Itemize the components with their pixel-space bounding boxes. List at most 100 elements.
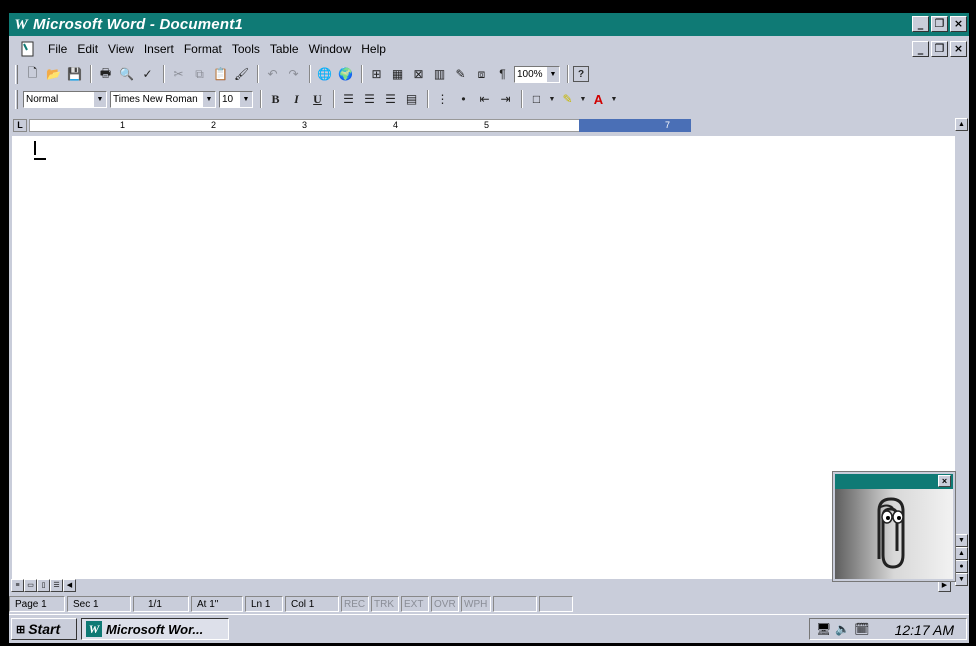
font-dropdown-icon[interactable]: ▼ bbox=[203, 91, 215, 107]
font-select[interactable]: Times New Roman ▼ bbox=[110, 90, 216, 108]
copy-icon[interactable]: ⧉ bbox=[190, 65, 209, 84]
status-rec[interactable]: REC bbox=[341, 596, 369, 612]
restore-button[interactable]: ❐ bbox=[931, 16, 948, 32]
document-body[interactable] bbox=[12, 136, 955, 579]
style-select[interactable]: Normal ▼ bbox=[23, 90, 107, 108]
menu-tools[interactable]: Tools bbox=[227, 42, 265, 56]
ruler-mark-7: 7 bbox=[665, 120, 671, 130]
menu-window[interactable]: Window bbox=[304, 42, 357, 56]
taskbar-word-button[interactable]: W Microsoft Wor... bbox=[81, 618, 229, 640]
font-size-select[interactable]: 10 ▼ bbox=[219, 90, 253, 108]
borders-dropdown-icon[interactable]: ▼ bbox=[548, 90, 556, 109]
open-folder-icon[interactable]: 📂 bbox=[44, 65, 63, 84]
scroll-left-icon[interactable]: ◀ bbox=[63, 579, 76, 592]
increase-indent-icon[interactable]: ⇥ bbox=[496, 90, 515, 109]
font-color-icon[interactable]: A bbox=[589, 90, 608, 109]
display-tray-icon[interactable]: 🖥 bbox=[816, 622, 831, 636]
scroll-down-icon[interactable]: ▼ bbox=[955, 534, 968, 547]
justify-icon[interactable]: ▤ bbox=[402, 90, 421, 109]
redo-icon[interactable]: ↷ bbox=[284, 65, 303, 84]
minimize-button[interactable]: _ bbox=[912, 16, 929, 32]
print-layout-view-icon[interactable]: ▯ bbox=[37, 579, 50, 592]
borders-icon[interactable]: □ bbox=[527, 90, 546, 109]
numbering-icon[interactable]: ⋮ bbox=[433, 90, 452, 109]
start-button[interactable]: ⊞ Start bbox=[11, 618, 77, 640]
doc-minimize-button[interactable]: _ bbox=[912, 41, 929, 57]
status-ovr[interactable]: OVR bbox=[431, 596, 459, 612]
doc-close-button[interactable]: × bbox=[950, 41, 967, 57]
menu-edit[interactable]: Edit bbox=[72, 42, 103, 56]
save-disk-icon[interactable]: 💾 bbox=[65, 65, 84, 84]
zoom-dropdown-icon[interactable]: ▼ bbox=[547, 66, 559, 82]
toolbar-grip[interactable] bbox=[15, 64, 18, 84]
align-right-icon[interactable]: ☰ bbox=[381, 90, 400, 109]
menu-format[interactable]: Format bbox=[179, 42, 227, 56]
drawing-icon[interactable]: ✎ bbox=[451, 65, 470, 84]
menu-file[interactable]: File bbox=[43, 42, 72, 56]
menu-help[interactable]: Help bbox=[356, 42, 391, 56]
status-trk[interactable]: TRK bbox=[371, 596, 399, 612]
web-layout-view-icon[interactable]: ▭ bbox=[24, 579, 37, 592]
title-bar[interactable]: W Microsoft Word - Document1 _ ❐ × bbox=[9, 13, 969, 36]
columns-icon[interactable]: ▥ bbox=[430, 65, 449, 84]
horizontal-ruler[interactable]: L 1 2 3 4 5 7 bbox=[9, 113, 969, 135]
status-bar: Page 1 Sec 1 1/1 At 1" Ln 1 Col 1 REC TR… bbox=[9, 594, 969, 614]
menu-insert[interactable]: Insert bbox=[139, 42, 179, 56]
new-document-icon[interactable]: 🗋 bbox=[23, 65, 42, 84]
bold-button[interactable]: B bbox=[266, 90, 285, 109]
spelling-icon[interactable]: ✓ bbox=[138, 65, 157, 84]
paste-icon[interactable]: 📋 bbox=[211, 65, 230, 84]
menu-table[interactable]: Table bbox=[265, 42, 304, 56]
highlight-icon[interactable]: ✎ bbox=[558, 90, 577, 109]
select-browse-object-icon[interactable]: ● bbox=[955, 560, 968, 573]
print-icon[interactable]: 🖶 bbox=[96, 65, 115, 84]
horizontal-scrollbar[interactable]: ≡ ▭ ▯ ☰ ◀ ▶ bbox=[9, 579, 955, 592]
menu-bar: File Edit View Insert Format Tools Table… bbox=[9, 37, 969, 61]
office-assistant-window[interactable]: × bbox=[832, 471, 956, 582]
insert-table-icon[interactable]: ▦ bbox=[388, 65, 407, 84]
window-title: Microsoft Word - Document1 bbox=[33, 16, 243, 33]
scheduler-icon[interactable]: 🗓 bbox=[854, 622, 869, 636]
status-wph[interactable]: WPH bbox=[461, 596, 491, 612]
insert-hyperlink-icon[interactable]: 🌐 bbox=[315, 65, 334, 84]
office-assistant-help-icon[interactable]: ? bbox=[573, 66, 589, 82]
tables-borders-icon[interactable]: ⊞ bbox=[367, 65, 386, 84]
volume-icon[interactable]: 🔈 bbox=[835, 622, 850, 636]
normal-view-icon[interactable]: ≡ bbox=[11, 579, 24, 592]
close-button[interactable]: × bbox=[950, 16, 967, 32]
web-toolbar-icon[interactable]: 🌍 bbox=[336, 65, 355, 84]
outline-view-icon[interactable]: ☰ bbox=[50, 579, 63, 592]
print-preview-icon[interactable]: 🔍 bbox=[117, 65, 136, 84]
zoom-select[interactable]: 100% ▼ bbox=[514, 65, 560, 83]
toolbar-grip[interactable] bbox=[15, 89, 18, 109]
font-size-dropdown-icon[interactable]: ▼ bbox=[240, 91, 252, 107]
scroll-up-icon[interactable]: ▲ bbox=[955, 118, 968, 131]
show-hide-icon[interactable]: ¶ bbox=[493, 65, 512, 84]
vertical-scrollbar[interactable]: ▲ ▼ ▲ ● ▼ bbox=[955, 118, 969, 592]
align-center-icon[interactable]: ☰ bbox=[360, 90, 379, 109]
status-ext[interactable]: EXT bbox=[401, 596, 429, 612]
format-painter-icon[interactable]: 🖌 bbox=[232, 65, 251, 84]
assistant-close-icon[interactable]: × bbox=[938, 475, 951, 487]
assistant-title-bar[interactable]: × bbox=[835, 474, 953, 489]
ruler-mark-5: 5 bbox=[484, 120, 490, 130]
tab-selector[interactable]: L bbox=[13, 119, 27, 132]
undo-icon[interactable]: ↶ bbox=[263, 65, 282, 84]
next-page-icon[interactable]: ▼ bbox=[955, 573, 968, 586]
previous-page-icon[interactable]: ▲ bbox=[955, 547, 968, 560]
italic-button[interactable]: I bbox=[287, 90, 306, 109]
cut-icon[interactable]: ✂ bbox=[169, 65, 188, 84]
document-menu-icon[interactable] bbox=[19, 40, 37, 58]
document-map-icon[interactable]: ⧈ bbox=[472, 65, 491, 84]
insert-excel-icon[interactable]: ⊠ bbox=[409, 65, 428, 84]
doc-restore-button[interactable]: ❐ bbox=[931, 41, 948, 57]
highlight-dropdown-icon[interactable]: ▼ bbox=[579, 90, 587, 109]
decrease-indent-icon[interactable]: ⇤ bbox=[475, 90, 494, 109]
align-left-icon[interactable]: ☰ bbox=[339, 90, 358, 109]
menu-view[interactable]: View bbox=[103, 42, 139, 56]
font-color-dropdown-icon[interactable]: ▼ bbox=[610, 90, 618, 109]
bullets-icon[interactable]: • bbox=[454, 90, 473, 109]
style-dropdown-icon[interactable]: ▼ bbox=[94, 91, 106, 107]
clippy-paperclip-icon[interactable] bbox=[835, 489, 953, 579]
underline-button[interactable]: U bbox=[308, 90, 327, 109]
